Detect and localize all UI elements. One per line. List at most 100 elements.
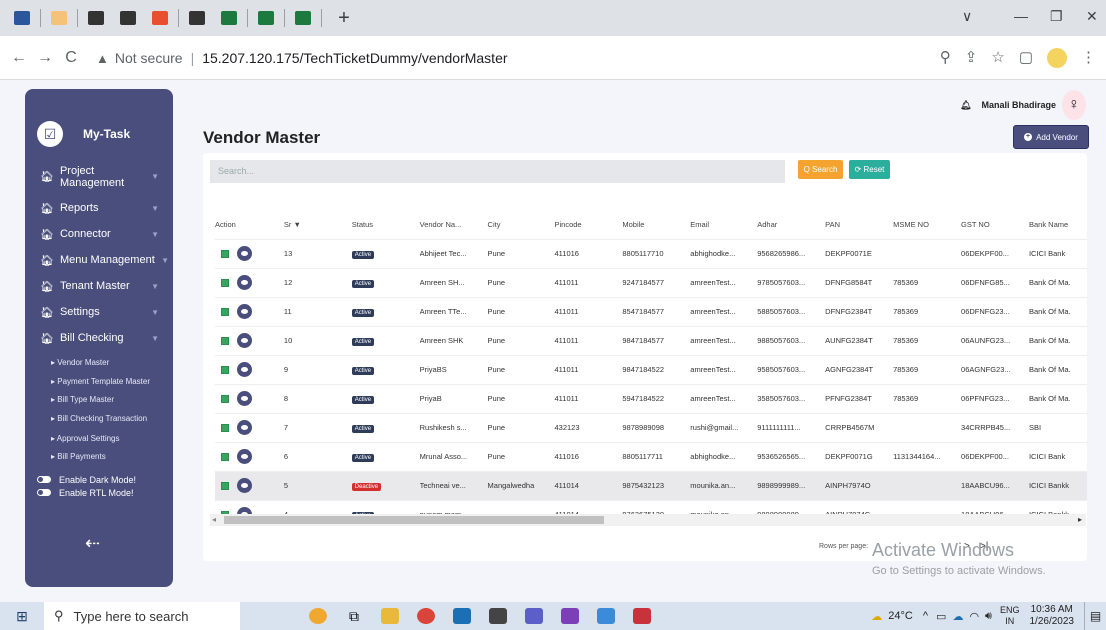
table-row[interactable]: 10 Active Amreen SHK Pune 411011 9847184577 am…	[215, 325, 1087, 355]
edit-icon[interactable]	[221, 394, 229, 403]
bookmark-star-icon[interactable]: ☆	[991, 48, 1004, 68]
zoom-icon[interactable]: ⚲	[940, 48, 951, 68]
column-header[interactable]: Status	[352, 211, 420, 239]
browser-tab[interactable]	[289, 6, 317, 30]
edit-icon[interactable]	[221, 365, 229, 374]
scroll-right-icon[interactable]: ▸	[1078, 515, 1082, 524]
tab-search-chevron-icon[interactable]: ∨	[962, 8, 972, 25]
browser-tab[interactable]	[114, 6, 142, 30]
view-eye-icon[interactable]	[237, 304, 252, 319]
new-tab-button[interactable]: +	[332, 7, 356, 30]
chrome-icon[interactable]	[408, 602, 444, 630]
app-icon[interactable]	[588, 602, 624, 630]
tray-overflow-icon[interactable]: ^	[923, 610, 928, 622]
table-row[interactable]: 7 Active Rushikesh s... Pune 432123 987898909…	[215, 412, 1087, 442]
sidebar-item-bill-checking[interactable]: 🏠︎ Bill Checking ▼	[25, 325, 173, 351]
edit-icon[interactable]	[221, 336, 229, 345]
view-eye-icon[interactable]	[237, 362, 252, 377]
column-header[interactable]: MSME NO	[893, 211, 961, 239]
network-icon[interactable]: ▭	[936, 610, 946, 623]
browser-tab[interactable]	[146, 6, 174, 30]
scroll-left-icon[interactable]: ◂	[212, 515, 216, 524]
table-row[interactable]: 6 Active Mrunal Asso... Pune 411016 880511771…	[215, 441, 1087, 471]
dark-mode-toggle[interactable]: Enable Dark Mode!	[25, 473, 173, 486]
close-window-button[interactable]: ✕	[1086, 8, 1098, 25]
address-bar[interactable]: ▲ Not secure | 15.207.120.175/TechTicket…	[96, 42, 996, 74]
task-view-icon[interactable]: ⧉	[336, 602, 372, 630]
browser-tab[interactable]	[45, 6, 73, 30]
view-eye-icon[interactable]	[237, 333, 252, 348]
column-header[interactable]: Action	[215, 211, 284, 239]
file-explorer-icon[interactable]	[372, 602, 408, 630]
table-row[interactable]: 8 Active PriyaB Pune 411011 5947184522 amreenT…	[215, 383, 1087, 413]
reload-button[interactable]: C	[58, 49, 84, 67]
bell-icon[interactable]: 🔔︎	[960, 100, 971, 111]
scrollbar-thumb[interactable]	[224, 516, 604, 524]
submenu-bill-checking-transaction[interactable]: ▸ Bill Checking Transaction	[25, 407, 173, 429]
submenu-vendor-master[interactable]: ▸ Vendor Master	[25, 355, 173, 370]
weather-temp[interactable]: 24°C	[888, 610, 913, 622]
column-header[interactable]: Pincode	[554, 211, 622, 239]
column-header[interactable]: Vendor Na...	[420, 211, 488, 239]
collapse-sidebar-icon[interactable]: ⇠	[85, 533, 100, 554]
column-header[interactable]: GST NO	[961, 211, 1029, 239]
vnc-icon[interactable]	[480, 602, 516, 630]
view-eye-icon[interactable]	[237, 449, 252, 464]
onedrive-icon[interactable]: ☁	[952, 610, 963, 623]
column-header[interactable]: Bank Name	[1029, 211, 1087, 239]
horizontal-scrollbar[interactable]: ◂ ▸	[210, 514, 1086, 526]
edit-icon[interactable]	[221, 249, 229, 258]
view-eye-icon[interactable]	[237, 246, 252, 261]
share-icon[interactable]: ⇪	[965, 48, 978, 68]
edit-icon[interactable]	[221, 278, 229, 287]
edit-icon[interactable]	[221, 452, 229, 461]
side-panel-icon[interactable]: ▢	[1019, 48, 1033, 68]
sidebar-item-tenant-master[interactable]: 🏠︎ Tenant Master ▼	[25, 273, 173, 299]
volume-icon[interactable]: 🔊︎	[985, 610, 992, 623]
view-eye-icon[interactable]	[237, 275, 252, 290]
submenu-bill-type-master[interactable]: ▸ Bill Type Master	[25, 392, 173, 407]
table-row[interactable]: 9 Active PriyaBS Pune 411011 9847184522 amreen…	[215, 354, 1087, 384]
wifi-icon[interactable]: ◠	[969, 610, 979, 623]
weather-icon[interactable]: ☁	[871, 610, 882, 623]
back-button[interactable]: ←	[6, 49, 32, 67]
add-vendor-button[interactable]: + Add Vendor	[1013, 125, 1089, 149]
sidebar-item-connector[interactable]: 🏠︎ Connector ▼	[25, 221, 173, 247]
browser-tab[interactable]	[82, 6, 110, 30]
view-eye-icon[interactable]	[237, 391, 252, 406]
edit-icon[interactable]	[221, 307, 229, 316]
sidebar-item-reports[interactable]: 🏠︎ Reports ▼	[25, 195, 173, 221]
restore-button[interactable]: ❐	[1050, 8, 1063, 25]
search-input[interactable]: Search...	[210, 160, 785, 183]
browser-tab[interactable]	[215, 6, 243, 30]
search-button[interactable]: Q Search	[798, 160, 843, 179]
profile-avatar[interactable]	[1047, 48, 1067, 68]
widgets-icon[interactable]	[300, 602, 336, 630]
clock[interactable]: 10:36 AM 1/26/2023	[1030, 604, 1075, 628]
submenu-bill-payments[interactable]: ▸ Bill Payments	[25, 447, 173, 465]
vivaldi-icon[interactable]	[624, 602, 660, 630]
column-header[interactable]: Mobile	[622, 211, 690, 239]
view-eye-icon[interactable]	[237, 420, 252, 435]
table-row[interactable]: 11 Active Amreen TTe... Pune 411011 854718457…	[215, 296, 1087, 326]
column-header[interactable]: Adhar	[757, 211, 825, 239]
submenu-approval-settings[interactable]: ▸ Approval Settings	[25, 429, 173, 447]
column-header[interactable]: City	[488, 211, 555, 239]
browser-tab[interactable]	[252, 6, 280, 30]
user-menu[interactable]: 🔔︎ Manali Bhadirage ♀	[960, 90, 1086, 120]
edit-icon[interactable]	[221, 423, 229, 432]
table-row[interactable]: 12 Active Amreen SH... Pune 411011 9247184577…	[215, 267, 1087, 297]
sidebar-item-menu-management[interactable]: 🏠︎ Menu Management ▼	[25, 247, 173, 273]
table-row[interactable]: 5 Deactive Techneai ve... Mangalwedha 411014…	[215, 470, 1087, 500]
rtl-mode-toggle[interactable]: Enable RTL Mode!	[25, 486, 173, 499]
column-header[interactable]: Email	[690, 211, 757, 239]
column-header[interactable]: PAN	[825, 211, 893, 239]
browser-tab[interactable]	[8, 6, 36, 30]
visual-studio-icon[interactable]	[552, 602, 588, 630]
more-menu-icon[interactable]: ⋮	[1081, 48, 1096, 68]
mail-icon[interactable]	[444, 602, 480, 630]
submenu-payment-template-master[interactable]: ▸ Payment Template Master	[25, 370, 173, 392]
user-avatar[interactable]: ♀	[1062, 90, 1086, 120]
language-indicator[interactable]: ENG IN	[1000, 605, 1020, 627]
taskbar-search[interactable]: ⚲ Type here to search	[44, 602, 240, 630]
